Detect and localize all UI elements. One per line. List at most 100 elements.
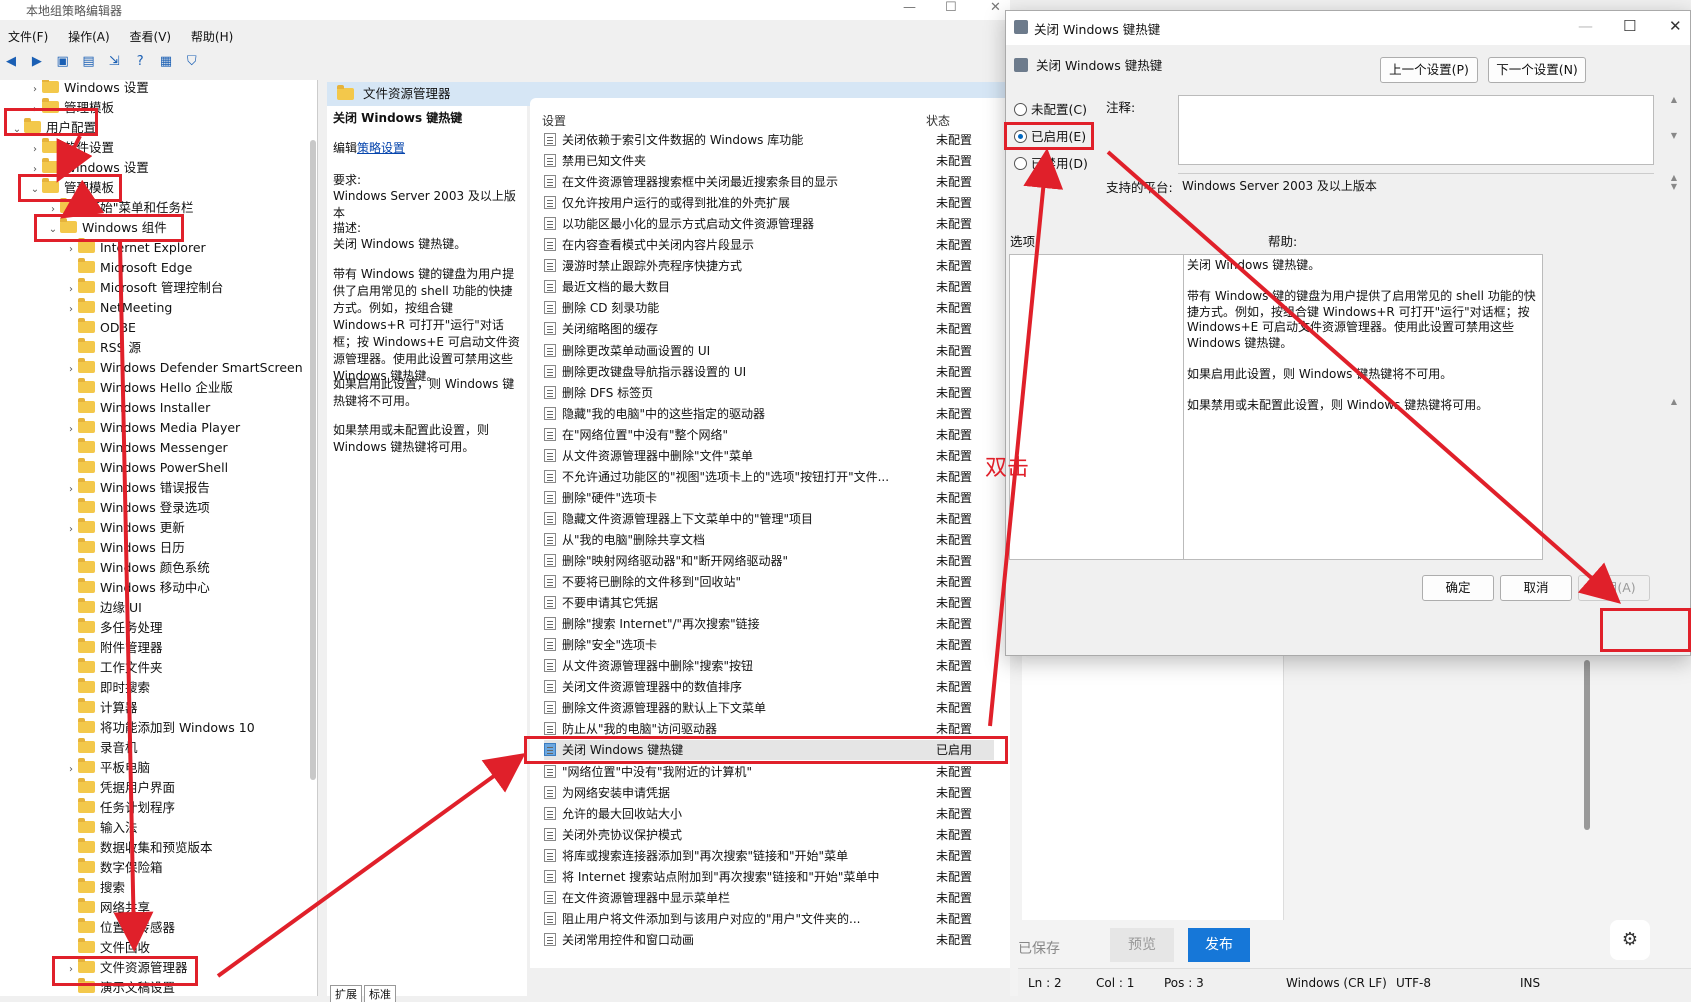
setting-row[interactable]: 隐藏"我的电脑"中的这些指定的驱动器 未配置: [544, 404, 994, 424]
tree-item[interactable]: 边缘 UI: [64, 598, 142, 618]
setting-row[interactable]: 从"我的电脑"删除共享文档 未配置: [544, 530, 994, 550]
tree-item[interactable]: 计算器: [64, 698, 138, 718]
setting-row[interactable]: 以功能区最小化的显示方式启动文件资源管理器 未配置: [544, 214, 994, 234]
setting-row[interactable]: 不要将已删除的文件移到"回收站" 未配置: [544, 572, 994, 592]
tree-item[interactable]: 数据收集和预览版本: [64, 838, 213, 858]
setting-row[interactable]: 关闭外壳协议保护模式 未配置: [544, 825, 994, 845]
tree-expander-icon[interactable]: ›: [64, 300, 78, 320]
up-folder-icon[interactable]: ▣: [54, 54, 72, 70]
menu-file[interactable]: 文件(F): [0, 26, 56, 47]
menu-help[interactable]: 帮助(H): [183, 26, 241, 47]
tree-item[interactable]: › 软件设置: [28, 138, 114, 158]
tree-expander-icon[interactable]: ›: [64, 480, 78, 500]
setting-row[interactable]: 将库或搜索连接器添加到"再次搜索"链接和"开始"菜单 未配置: [544, 846, 994, 866]
setting-row[interactable]: 删除文件资源管理器的默认上下文菜单 未配置: [544, 698, 994, 718]
menu-action[interactable]: 操作(A): [60, 26, 118, 47]
menu-view[interactable]: 查看(V): [122, 26, 180, 47]
help-scrollbar[interactable]: ▲: [1668, 257, 1680, 563]
tree-item[interactable]: Microsoft Edge: [64, 258, 192, 278]
background-scrollbar[interactable]: [1584, 660, 1590, 830]
tree-item[interactable]: › Windows 错误报告: [64, 478, 210, 498]
setting-row[interactable]: 从文件资源管理器中删除"文件"菜单 未配置: [544, 446, 994, 466]
close-icon[interactable]: ✕: [990, 0, 1001, 15]
setting-row[interactable]: 漫游时禁止跟踪外壳程序快捷方式 未配置: [544, 256, 994, 276]
setting-row[interactable]: 删除"映射网络驱动器"和"断开网络驱动器" 未配置: [544, 551, 994, 571]
properties-icon[interactable]: ▦: [157, 54, 175, 70]
tree-item[interactable]: › Windows Defender SmartScreen: [64, 358, 303, 378]
dialog-close-icon[interactable]: ✕: [1669, 17, 1682, 35]
setting-row[interactable]: 在内容查看模式中关闭内容片段显示 未配置: [544, 235, 994, 255]
tree-item[interactable]: Windows Hello 企业版: [64, 378, 233, 398]
apply-button[interactable]: 应用(A): [1578, 575, 1650, 601]
tab-extended[interactable]: 扩展: [330, 985, 362, 1002]
tree-item[interactable]: 任务计划程序: [64, 798, 175, 818]
tree-item[interactable]: RSS 源: [64, 338, 141, 358]
tree-expander-icon[interactable]: ›: [28, 80, 42, 100]
tree-expander-icon[interactable]: ›: [64, 760, 78, 780]
tree-item[interactable]: › 平板电脑: [64, 758, 150, 778]
platform-scrollbar[interactable]: ▲ ▼: [1668, 173, 1680, 215]
setting-row[interactable]: 隐藏文件资源管理器上下文菜单中的"管理"项目 未配置: [544, 509, 994, 529]
tree-expander-icon[interactable]: ›: [64, 280, 78, 300]
publish-button[interactable]: 发布: [1188, 928, 1250, 962]
setting-row[interactable]: 不要申请其它凭据 未配置: [544, 593, 994, 613]
setting-row[interactable]: 删除 CD 刻录功能 未配置: [544, 298, 994, 318]
tree-item[interactable]: 多任务处理: [64, 618, 163, 638]
minimize-icon[interactable]: —: [903, 0, 916, 15]
tree-item[interactable]: 附件管理器: [64, 638, 163, 658]
setting-row[interactable]: 仅允许按用户运行的或得到批准的外壳扩展 未配置: [544, 193, 994, 213]
setting-row[interactable]: 删除更改键盘导航指示器设置的 UI 未配置: [544, 362, 994, 382]
cancel-button[interactable]: 取消: [1500, 575, 1572, 601]
gear-icon[interactable]: ⚙: [1610, 920, 1650, 960]
setting-row[interactable]: 在文件资源管理器中显示菜单栏 未配置: [544, 888, 994, 908]
setting-row[interactable]: 阻止用户将文件添加到与该用户对应的"用户"文件夹的... 未配置: [544, 909, 994, 929]
tree-item[interactable]: 录音机: [64, 738, 138, 758]
tree-item[interactable]: 即时搜索: [64, 678, 150, 698]
setting-row[interactable]: 删除"搜索 Internet"/"再次搜索"链接 未配置: [544, 614, 994, 634]
filter-icon[interactable]: ⛉: [183, 54, 201, 70]
edit-policy-link[interactable]: 策略设置: [357, 141, 405, 155]
setting-row[interactable]: 最近文档的最大数目 未配置: [544, 277, 994, 297]
tree-item[interactable]: 位置和传感器: [64, 918, 175, 938]
maximize-icon[interactable]: ☐: [945, 0, 957, 15]
radio-disabled[interactable]: 已禁用(D): [1014, 154, 1088, 174]
tree-expander-icon[interactable]: ›: [64, 240, 78, 260]
tree-item[interactable]: › NetMeeting: [64, 298, 172, 318]
dialog-maximize-icon[interactable]: ☐: [1623, 17, 1636, 35]
setting-row[interactable]: "网络位置"中没有"我附近的计算机" 未配置: [544, 762, 994, 782]
radio-not-configured[interactable]: 未配置(C): [1014, 100, 1087, 120]
setting-row[interactable]: 关闭依赖于索引文件数据的 Windows 库功能 未配置: [544, 130, 994, 150]
setting-row[interactable]: 为网络安装申请凭据 未配置: [544, 783, 994, 803]
tree-item[interactable]: › Windows 设置: [28, 80, 149, 98]
preview-button[interactable]: 预览: [1110, 928, 1174, 962]
setting-row[interactable]: 删除更改菜单动画设置的 UI 未配置: [544, 341, 994, 361]
tree-item[interactable]: 搜索: [64, 878, 125, 898]
tree-item[interactable]: Windows 颜色系统: [64, 558, 210, 578]
tree-item[interactable]: 输入法: [64, 818, 138, 838]
setting-row[interactable]: 删除"硬件"选项卡 未配置: [544, 488, 994, 508]
tree-item[interactable]: › Windows Media Player: [64, 418, 240, 438]
tree-item[interactable]: 数字保险箱: [64, 858, 163, 878]
tree-item[interactable]: Windows 日历: [64, 538, 185, 558]
tree-expander-icon[interactable]: ›: [64, 360, 78, 380]
setting-row[interactable]: 在文件资源管理器搜索框中关闭最近搜索条目的显示 未配置: [544, 172, 994, 192]
tree-item[interactable]: Windows Messenger: [64, 438, 228, 458]
tree-scrollbar[interactable]: [310, 140, 316, 780]
setting-row[interactable]: 删除"安全"选项卡 未配置: [544, 635, 994, 655]
tree-item[interactable]: › Microsoft 管理控制台: [64, 278, 223, 298]
forward-icon[interactable]: ▶: [28, 54, 46, 70]
setting-row[interactable]: 关闭文件资源管理器中的数值排序 未配置: [544, 677, 994, 697]
setting-row[interactable]: 在"网络位置"中没有"整个网络" 未配置: [544, 425, 994, 445]
setting-row[interactable]: 将 Internet 搜索站点附加到"再次搜索"链接和"开始"菜单中 未配置: [544, 867, 994, 887]
tree-item[interactable]: ODBE: [64, 318, 136, 338]
tree-expander-icon[interactable]: ›: [64, 520, 78, 540]
tree-item[interactable]: Windows Installer: [64, 398, 210, 418]
tree-expander-icon[interactable]: ›: [28, 140, 42, 160]
setting-row[interactable]: 从文件资源管理器中删除"搜索"按钮 未配置: [544, 656, 994, 676]
next-setting-button[interactable]: 下一个设置(N): [1488, 57, 1586, 83]
setting-row[interactable]: 关闭缩略图的缓存 未配置: [544, 319, 994, 339]
show-hide-icon[interactable]: ▤: [79, 54, 97, 70]
previous-setting-button[interactable]: 上一个设置(P): [1380, 57, 1478, 83]
tree-item[interactable]: Windows PowerShell: [64, 458, 228, 478]
ok-button[interactable]: 确定: [1422, 575, 1494, 601]
